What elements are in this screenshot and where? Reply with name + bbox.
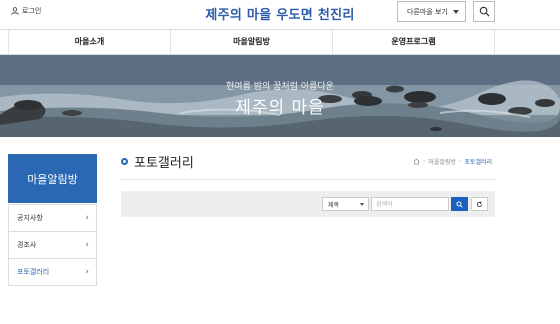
search-submit-button[interactable] [451, 197, 468, 211]
nav-item-programs[interactable]: 운영프로그램 [332, 30, 495, 54]
caret-down-icon [360, 203, 364, 206]
chevron-right-icon: › [85, 267, 89, 277]
breadcrumb-separator: › [423, 158, 426, 165]
search-icon [479, 6, 490, 17]
page-title: 포토갤러리 [121, 152, 194, 171]
search-reset-button[interactable] [471, 197, 488, 211]
sidebar-item-label: 공지사항 [17, 214, 43, 222]
hero-banner: 현여름 밤의 꿈처럼 아름다운 제주의 마을 [0, 55, 560, 137]
other-village-label: 다른마을 보기 [407, 7, 448, 16]
nav-item-village-notice[interactable]: 마을알림방 [170, 30, 332, 54]
search-icon [456, 200, 463, 208]
search-field-select[interactable]: 제목 [322, 197, 369, 211]
sidebar-heading: 마을알림방 [8, 154, 97, 203]
breadcrumb-separator: › [459, 158, 462, 165]
top-header: 로그인 제주의 마을 우도면 천진리 다른마을 보기 [0, 0, 560, 28]
breadcrumb-current: 포토갤러리 [464, 159, 493, 166]
gallery-search-bar: 제목 [121, 191, 495, 217]
sidebar-item-label: 포토갤러리 [17, 268, 50, 276]
search-input[interactable] [371, 197, 449, 211]
sidebar-item-photo-gallery[interactable]: 포토갤러리 › [9, 258, 96, 285]
breadcrumb-item[interactable]: 마을알림방 [428, 157, 456, 166]
title-bullet-icon [121, 158, 128, 165]
chevron-right-icon: › [85, 213, 89, 223]
breadcrumb: › 마을알림방 › 포토갤러리 [413, 157, 492, 166]
chevron-right-icon: › [85, 240, 89, 250]
refresh-icon [476, 200, 483, 207]
banner-subtitle: 현여름 밤의 꿈처럼 아름다운 [226, 82, 334, 92]
header-search-button[interactable] [473, 1, 495, 22]
nav-item-village-intro[interactable]: 마을소개 [8, 30, 170, 54]
page-title-text: 포토갤러리 [134, 156, 194, 171]
title-divider [121, 179, 495, 180]
main-navigation: 마을소개 마을알림방 운영프로그램 [0, 29, 560, 55]
home-icon[interactable] [413, 158, 420, 165]
sidebar-item-notice[interactable]: 공지사항 › [9, 204, 96, 231]
banner-title: 제주의 마을 [235, 98, 325, 118]
sidebar-menu: 공지사항 › 경조사 › 포토갤러리 › [8, 204, 97, 286]
search-field-selected: 제목 [328, 201, 340, 209]
sidebar-item-label: 경조사 [17, 241, 37, 249]
caret-down-icon [453, 10, 459, 14]
sidebar-item-family-events[interactable]: 경조사 › [9, 231, 96, 258]
other-village-select[interactable]: 다른마을 보기 [397, 1, 466, 22]
